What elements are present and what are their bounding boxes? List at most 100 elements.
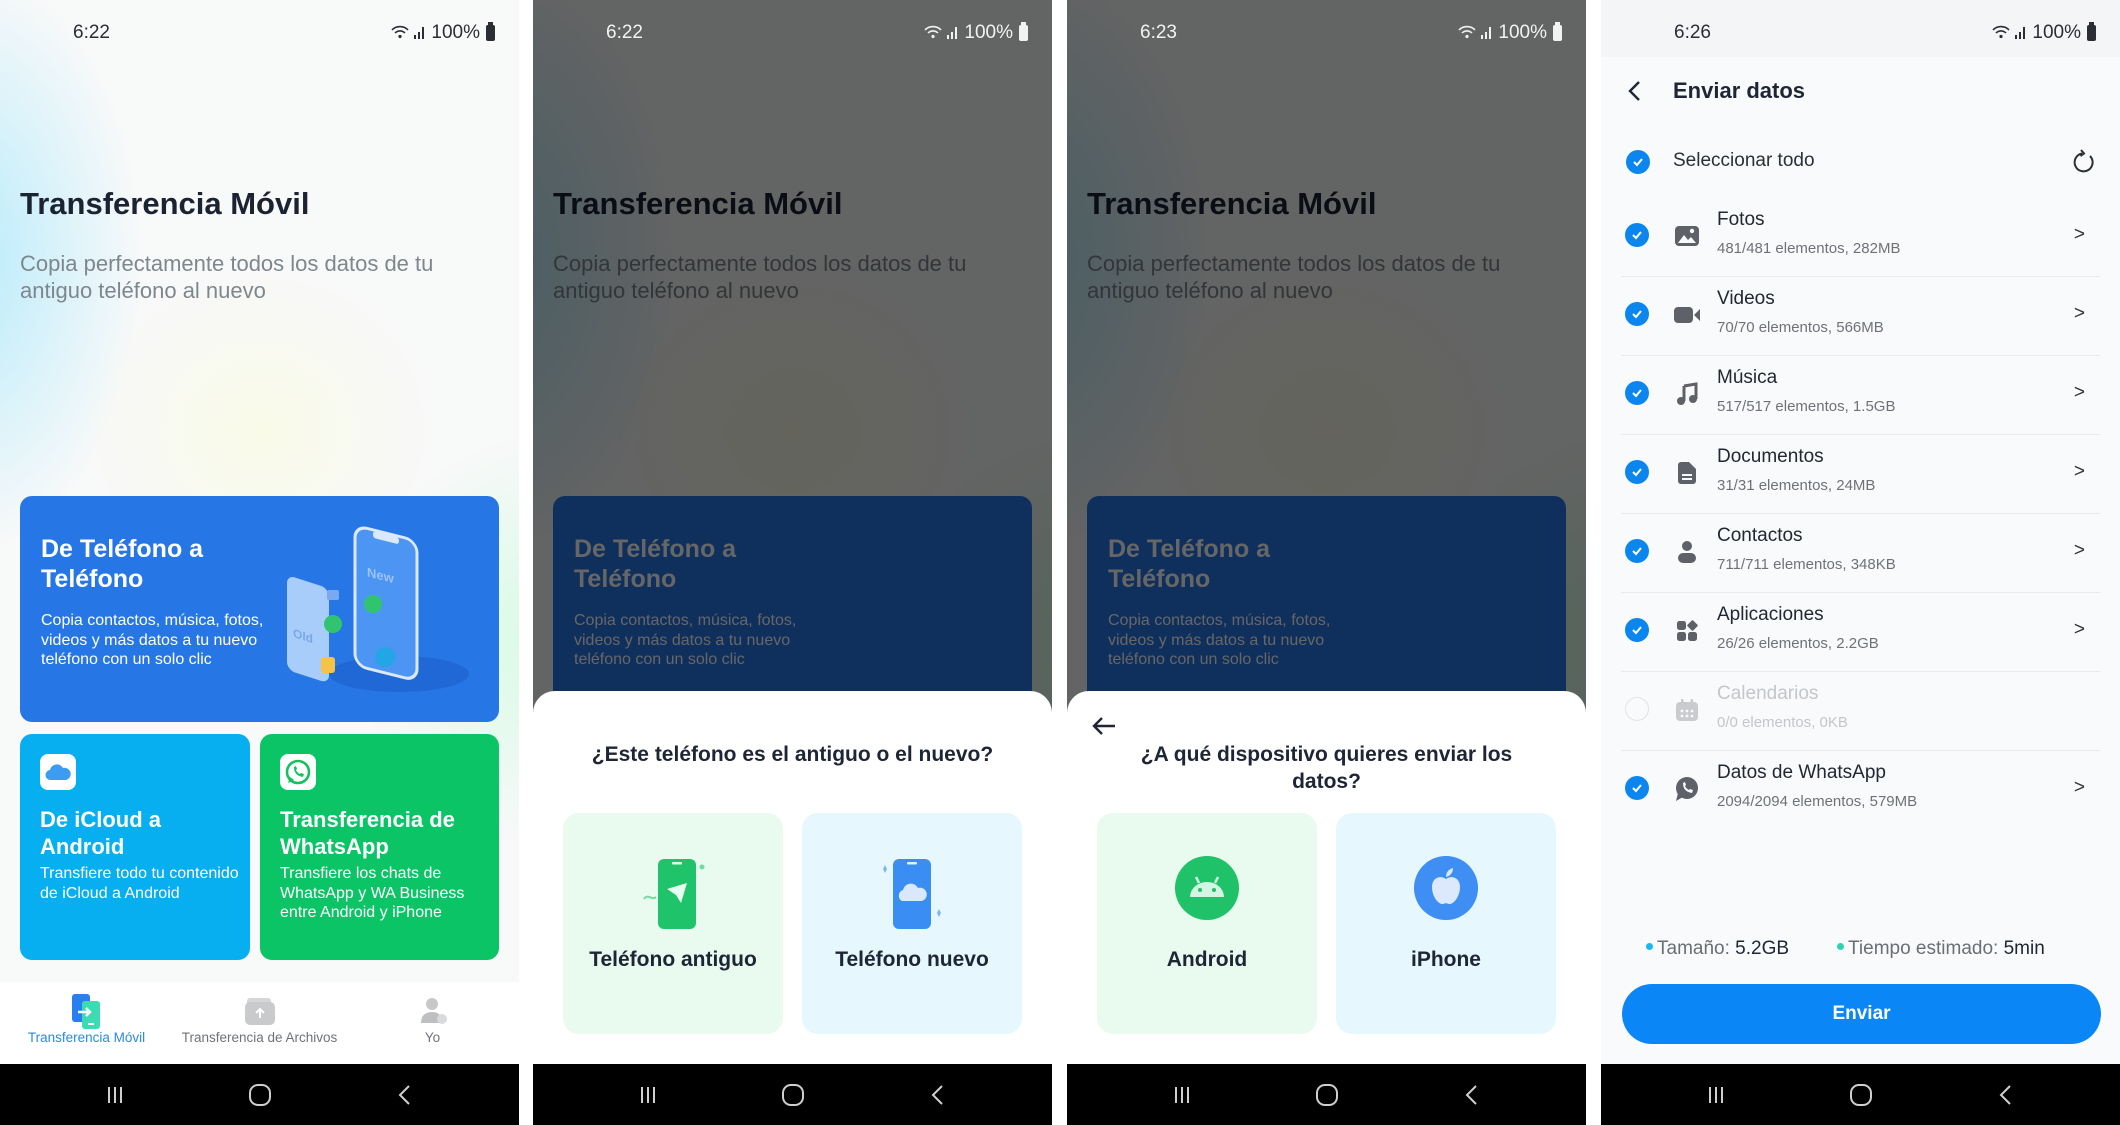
- transfer-summary: Tamaño: 5.2GB Tiempo estimado: 5min: [1601, 938, 2120, 966]
- battery-percent: 100%: [964, 22, 1013, 43]
- option-label: Teléfono antiguo: [589, 948, 757, 971]
- video-icon: [1671, 299, 1703, 331]
- battery-icon: [1019, 22, 1028, 41]
- recent-apps-button[interactable]: [1676, 1064, 1756, 1125]
- tab-label: Yo: [424, 1030, 441, 1045]
- recent-apps-button[interactable]: [75, 1064, 155, 1125]
- option-label: iPhone: [1410, 948, 1481, 971]
- category-row[interactable]: Aplicaciones 26/26 elementos, 2.2GB >: [1601, 593, 2120, 672]
- icloud-icon: [40, 754, 76, 790]
- tab-yo[interactable]: Yo: [346, 982, 519, 1064]
- icloud-to-android-card[interactable]: De iCloud a Android Transfiere todo tu c…: [20, 734, 250, 960]
- status-time: 6:22: [606, 22, 643, 43]
- status-bar: 6:26 100%: [1601, 0, 2120, 57]
- category-row[interactable]: Contactos 711/711 elementos, 348KB >: [1601, 514, 2120, 593]
- contact-icon: [1671, 536, 1703, 568]
- old-phone-option[interactable]: Teléfono antiguo: [563, 813, 783, 1034]
- bottom-sheet: ¿A qué dispositivo quieres enviar los da…: [1067, 691, 1586, 1064]
- whatsapp-icon: [1671, 773, 1703, 805]
- home-button[interactable]: [1821, 1064, 1901, 1125]
- chevron-right-icon[interactable]: >: [2074, 303, 2085, 325]
- phone-transfer-icon: [70, 992, 104, 1030]
- time-summary: Tiempo estimado: 5min: [1837, 938, 2045, 960]
- recent-apps-button[interactable]: [1142, 1064, 1222, 1125]
- apps-icon: [1671, 615, 1703, 647]
- category-name: Datos de WhatsApp: [1717, 762, 1886, 783]
- iphone-option[interactable]: iPhone: [1336, 813, 1556, 1034]
- category-row[interactable]: Calendarios 0/0 elementos, 0KB: [1601, 672, 2120, 751]
- chevron-right-icon[interactable]: >: [2074, 224, 2085, 246]
- category-checkbox[interactable]: [1625, 618, 1649, 642]
- category-detail: 0/0 elementos, 0KB: [1717, 714, 1848, 731]
- folder-upload-icon: [243, 992, 277, 1030]
- category-row[interactable]: Música 517/517 elementos, 1.5GB >: [1601, 356, 2120, 435]
- system-nav-bar: [1601, 1064, 2120, 1125]
- calendar-icon: [1671, 694, 1703, 726]
- category-detail: 26/26 elementos, 2.2GB: [1717, 635, 1879, 652]
- category-checkbox[interactable]: [1625, 697, 1649, 721]
- bottom-sheet: ¿Este teléfono es el antiguo o el nuevo?…: [533, 691, 1052, 1064]
- system-nav-bar: [1067, 1064, 1586, 1125]
- card-description: Transfiere todo tu contenido de iCloud a…: [40, 865, 239, 902]
- category-checkbox[interactable]: [1625, 539, 1649, 563]
- home-button[interactable]: [1287, 1064, 1367, 1125]
- whatsapp-icon: [280, 754, 316, 790]
- size-label: Tamaño:: [1657, 938, 1730, 959]
- category-detail: 711/711 elementos, 348KB: [1717, 556, 1896, 573]
- back-button[interactable]: [1432, 1064, 1512, 1125]
- tab-transferencia-movil[interactable]: Transferencia Móvil: [0, 982, 173, 1064]
- recent-apps-button[interactable]: [608, 1064, 688, 1125]
- wifi-icon: [391, 25, 409, 42]
- apple-icon: [1413, 855, 1479, 926]
- category-checkbox[interactable]: [1625, 302, 1649, 326]
- tab-transferencia-archivos[interactable]: Transferencia de Archivos: [173, 982, 346, 1064]
- page-title: Enviar datos: [1673, 78, 1806, 103]
- whatsapp-transfer-card[interactable]: Transferencia de WhatsApp Transfiere los…: [260, 734, 499, 960]
- status-time: 6:26: [1674, 22, 1711, 43]
- chevron-right-icon[interactable]: >: [2074, 382, 2085, 404]
- category-name: Calendarios: [1717, 683, 1819, 704]
- android-option[interactable]: Android: [1097, 813, 1317, 1034]
- category-row[interactable]: Documentos 31/31 elementos, 24MB >: [1601, 435, 2120, 514]
- phone-to-phone-card[interactable]: De Teléfono a Teléfono Copia contactos, …: [20, 496, 499, 722]
- chevron-right-icon[interactable]: >: [2074, 461, 2085, 483]
- select-all-row[interactable]: Seleccionar todo: [1601, 140, 2120, 184]
- old-phone-send-icon: [638, 855, 708, 940]
- new-phone-option[interactable]: Teléfono nuevo: [802, 813, 1022, 1034]
- status-time: 6:23: [1140, 22, 1177, 43]
- category-name: Aplicaciones: [1717, 604, 1824, 625]
- refresh-icon[interactable]: [2070, 148, 2098, 176]
- category-detail: 31/31 elementos, 24MB: [1717, 477, 1876, 494]
- send-button[interactable]: Enviar: [1622, 984, 2101, 1044]
- home-button[interactable]: [753, 1064, 833, 1125]
- page-subtitle: Copia perfectamente todos los datos de t…: [20, 251, 434, 303]
- category-row[interactable]: Datos de WhatsApp 2094/2094 elementos, 57…: [1601, 751, 2120, 830]
- category-checkbox[interactable]: [1625, 223, 1649, 247]
- phone-transfer-illustration: Old New: [287, 526, 469, 692]
- back-arrow-icon[interactable]: [1089, 711, 1119, 741]
- category-checkbox[interactable]: [1625, 460, 1649, 484]
- category-name: Música: [1717, 367, 1778, 388]
- chevron-right-icon[interactable]: >: [2074, 540, 2085, 562]
- bottom-tab-bar: Transferencia Móvil Transferencia de Arc…: [0, 982, 519, 1064]
- category-detail: 2094/2094 elementos, 579MB: [1717, 793, 1918, 810]
- signal-icon: [946, 25, 960, 42]
- back-button[interactable]: [1966, 1064, 2046, 1125]
- category-row[interactable]: Videos 70/70 elementos, 566MB >: [1601, 277, 2120, 356]
- wifi-icon: [1992, 25, 2010, 42]
- home-button[interactable]: [220, 1064, 300, 1125]
- photo-icon: [1671, 220, 1703, 252]
- time-value: 5min: [2003, 938, 2045, 959]
- chevron-right-icon[interactable]: >: [2074, 619, 2085, 641]
- wifi-icon: [1458, 25, 1476, 42]
- category-detail: 517/517 elementos, 1.5GB: [1717, 398, 1896, 415]
- back-chevron-icon[interactable]: [1621, 77, 1649, 105]
- back-button[interactable]: [365, 1064, 445, 1125]
- chevron-right-icon[interactable]: >: [2074, 777, 2085, 799]
- status-time: 6:22: [73, 22, 110, 43]
- back-button[interactable]: [898, 1064, 978, 1125]
- category-checkbox[interactable]: [1625, 381, 1649, 405]
- category-checkbox[interactable]: [1625, 776, 1649, 800]
- select-all-checkbox[interactable]: [1626, 150, 1650, 174]
- category-row[interactable]: Fotos 481/481 elementos, 282MB >: [1601, 198, 2120, 277]
